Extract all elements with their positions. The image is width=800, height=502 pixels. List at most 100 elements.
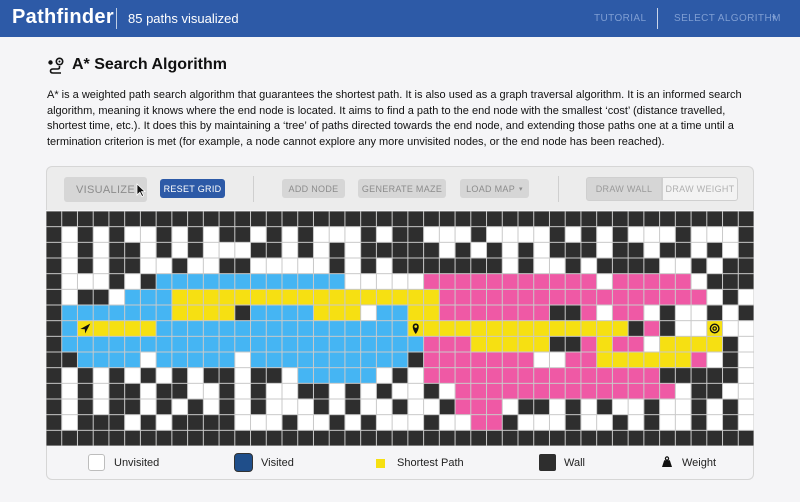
unvisited-cell[interactable] — [140, 383, 156, 399]
wall-cell[interactable] — [109, 274, 125, 289]
wall-cell[interactable] — [109, 258, 125, 274]
wall-cell[interactable] — [660, 242, 675, 258]
shortest-path-cell[interactable] — [313, 305, 329, 321]
unvisited-cell[interactable] — [62, 368, 77, 383]
visited-cell[interactable] — [439, 368, 455, 383]
wall-cell[interactable] — [109, 368, 125, 383]
visited-cell[interactable] — [298, 336, 313, 352]
unvisited-cell[interactable] — [376, 258, 392, 274]
unvisited-cell[interactable] — [172, 242, 188, 258]
wall-cell[interactable] — [188, 415, 203, 430]
wall-cell[interactable] — [361, 227, 376, 242]
visited-cell[interactable] — [487, 383, 502, 399]
wall-cell[interactable] — [77, 258, 93, 274]
visited-cell[interactable] — [471, 368, 487, 383]
unvisited-cell[interactable] — [298, 399, 313, 415]
unvisited-cell[interactable] — [376, 274, 392, 289]
unvisited-cell[interactable] — [707, 289, 723, 305]
visited-cell[interactable] — [502, 368, 518, 383]
wall-cell[interactable] — [675, 368, 691, 383]
shortest-path-cell[interactable] — [487, 336, 502, 352]
wall-cell[interactable] — [408, 352, 424, 368]
unvisited-cell[interactable] — [502, 242, 518, 258]
unvisited-cell[interactable] — [392, 415, 408, 430]
visited-cell[interactable] — [313, 352, 329, 368]
wall-cell[interactable] — [392, 430, 408, 446]
unvisited-cell[interactable] — [235, 415, 251, 430]
unvisited-cell[interactable] — [723, 242, 738, 258]
unvisited-cell[interactable] — [188, 258, 203, 274]
wall-cell[interactable] — [502, 211, 518, 227]
visited-cell[interactable] — [156, 352, 172, 368]
wall-cell[interactable] — [612, 430, 628, 446]
visited-cell[interactable] — [376, 352, 392, 368]
visited-cell[interactable] — [518, 274, 534, 289]
wall-cell[interactable] — [329, 430, 345, 446]
unvisited-cell[interactable] — [502, 258, 518, 274]
unvisited-cell[interactable] — [549, 399, 565, 415]
unvisited-cell[interactable] — [172, 399, 188, 415]
wall-cell[interactable] — [455, 258, 471, 274]
shortest-path-cell[interactable] — [219, 305, 235, 321]
visited-cell[interactable] — [455, 305, 471, 321]
unvisited-cell[interactable] — [140, 258, 156, 274]
wall-cell[interactable] — [723, 430, 738, 446]
wall-cell[interactable] — [188, 211, 203, 227]
visited-cell[interactable] — [392, 352, 408, 368]
unvisited-cell[interactable] — [691, 321, 707, 336]
wall-cell[interactable] — [93, 415, 109, 430]
visited-cell[interactable] — [172, 336, 188, 352]
shortest-path-cell[interactable] — [424, 305, 439, 321]
wall-cell[interactable] — [471, 227, 487, 242]
shortest-path-cell[interactable] — [345, 289, 361, 305]
shortest-path-cell[interactable] — [502, 321, 518, 336]
wall-cell[interactable] — [125, 242, 140, 258]
wall-cell[interactable] — [188, 399, 203, 415]
wall-cell[interactable] — [644, 399, 660, 415]
visited-cell[interactable] — [581, 383, 597, 399]
visited-cell[interactable] — [77, 352, 93, 368]
visited-cell[interactable] — [487, 289, 502, 305]
wall-cell[interactable] — [738, 258, 754, 274]
unvisited-cell[interactable] — [361, 305, 376, 321]
wall-cell[interactable] — [140, 415, 156, 430]
visited-cell[interactable] — [424, 336, 439, 352]
wall-cell[interactable] — [235, 227, 251, 242]
unvisited-cell[interactable] — [549, 352, 565, 368]
wall-cell[interactable] — [125, 211, 140, 227]
wall-cell[interactable] — [46, 352, 62, 368]
visited-cell[interactable] — [62, 336, 77, 352]
wall-cell[interactable] — [439, 399, 455, 415]
shortest-path-cell[interactable] — [660, 336, 675, 352]
unvisited-cell[interactable] — [597, 274, 612, 289]
visited-cell[interactable] — [424, 368, 439, 383]
wall-cell[interactable] — [282, 430, 298, 446]
visited-cell[interactable] — [251, 321, 266, 336]
wall-cell[interactable] — [251, 211, 266, 227]
visited-cell[interactable] — [455, 274, 471, 289]
wall-cell[interactable] — [597, 258, 612, 274]
shortest-path-cell[interactable] — [675, 352, 691, 368]
visited-cell[interactable] — [518, 352, 534, 368]
wall-cell[interactable] — [46, 368, 62, 383]
unvisited-cell[interactable] — [235, 383, 251, 399]
visited-cell[interactable] — [156, 274, 172, 289]
unvisited-cell[interactable] — [62, 289, 77, 305]
visited-cell[interactable] — [125, 305, 140, 321]
visited-cell[interactable] — [251, 305, 266, 321]
draw-wall-toggle[interactable]: DRAW WALL — [586, 177, 662, 201]
wall-cell[interactable] — [707, 242, 723, 258]
wall-cell[interactable] — [723, 289, 738, 305]
wall-cell[interactable] — [424, 211, 439, 227]
unvisited-cell[interactable] — [266, 415, 282, 430]
wall-cell[interactable] — [329, 258, 345, 274]
unvisited-cell[interactable] — [313, 258, 329, 274]
wall-cell[interactable] — [612, 242, 628, 258]
wall-cell[interactable] — [707, 368, 723, 383]
unvisited-cell[interactable] — [203, 258, 219, 274]
wall-cell[interactable] — [251, 368, 266, 383]
unvisited-cell[interactable] — [172, 227, 188, 242]
wall-cell[interactable] — [203, 415, 219, 430]
shortest-path-cell[interactable] — [251, 289, 266, 305]
pathfinding-grid[interactable] — [46, 211, 754, 446]
